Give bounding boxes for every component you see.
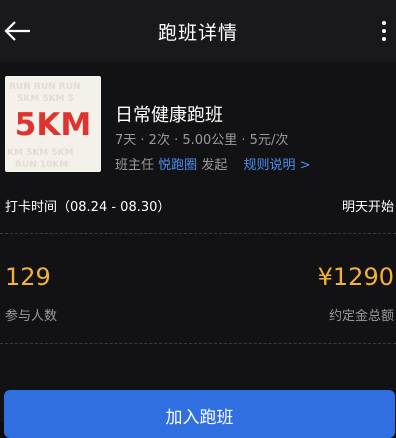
organizer-line: 班主任 悦跑圈 发起 规则说明 > [115,154,311,173]
divider [0,233,396,234]
checkin-time-label: 打卡时间（08.24 - 08.30） [5,200,171,215]
deposit-total: ¥1290 [317,263,394,291]
join-run-button[interactable]: 加入跑班 [4,390,395,438]
participants-label: 参与人数 [5,309,58,324]
participants-count: 129 [5,263,51,291]
run-title: 日常健康跑班 [115,105,223,126]
start-status: 明天开始 [341,200,394,215]
cover-distance-label: 5KM [14,107,92,143]
run-cover-image: RUN RUN RUN 5KM 5KM 5 KM 5KM 5KM RUN 10K… [5,76,101,172]
organizer-link[interactable]: 悦跑圈 [158,158,197,173]
organizer-prefix: 班主任 [115,158,155,173]
organizer-suffix: 发起 [201,158,228,173]
run-meta: 7天 · 2次 · 5.00公里 · 5元/次 [115,133,289,148]
page-title: 跑班详情 [157,22,238,44]
top-app-bar: 跑班详情 [0,0,396,62]
more-options-button[interactable] [376,16,396,46]
divider [0,343,396,344]
rules-link[interactable]: 规则说明 > [243,158,310,173]
more-vertical-icon [382,21,386,25]
deposit-label: 约定金总额 [328,309,394,324]
